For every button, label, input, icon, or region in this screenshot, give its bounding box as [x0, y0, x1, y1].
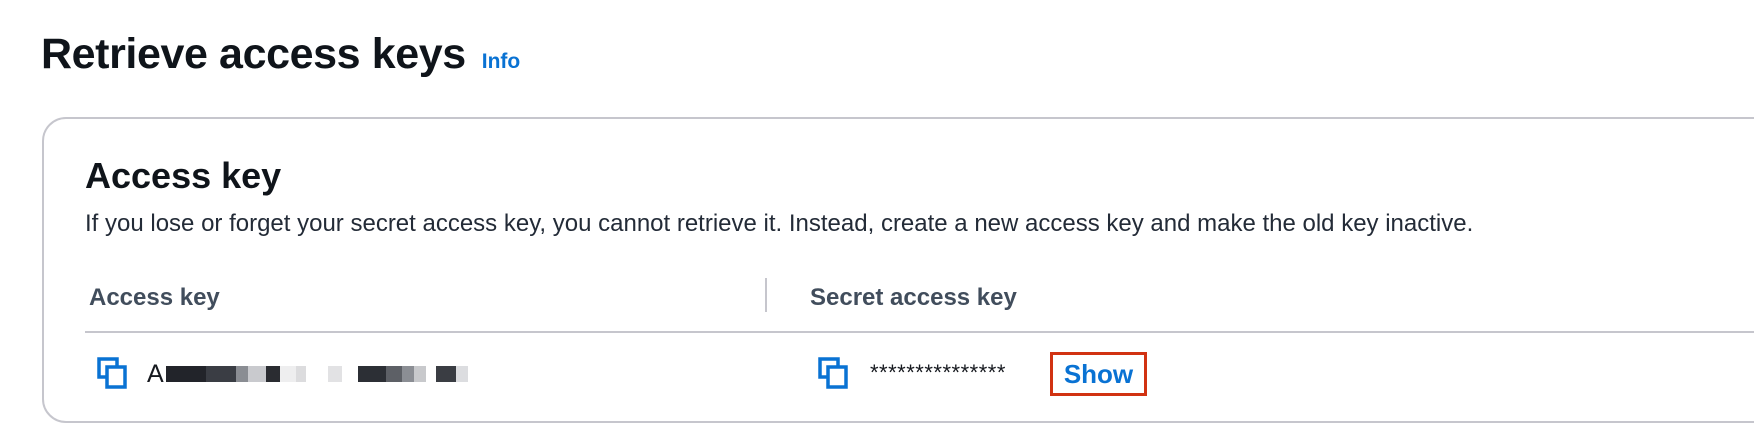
- show-secret-button[interactable]: Show: [1050, 352, 1147, 396]
- page: Retrieve access keys Info Access key If …: [0, 0, 1754, 440]
- page-header: Retrieve access keys Info: [41, 30, 520, 79]
- access-key-value: A: [147, 359, 468, 389]
- redacted-access-key: [165, 366, 468, 382]
- copy-icon[interactable]: [817, 356, 849, 390]
- column-divider: [765, 278, 767, 312]
- row-divider: [85, 331, 1754, 333]
- access-key-panel: Access key If you lose or forget your se…: [42, 117, 1754, 423]
- access-key-prefix: A: [147, 359, 164, 388]
- column-header-secret-access-key: Secret access key: [810, 284, 1017, 311]
- column-header-access-key: Access key: [89, 284, 220, 311]
- panel-description: If you lose or forget your secret access…: [85, 210, 1474, 237]
- copy-icon[interactable]: [96, 356, 128, 390]
- page-title: Retrieve access keys: [41, 30, 466, 78]
- info-link[interactable]: Info: [482, 50, 520, 74]
- secret-access-key-masked: ***************: [870, 360, 1006, 385]
- panel-title: Access key: [85, 155, 282, 196]
